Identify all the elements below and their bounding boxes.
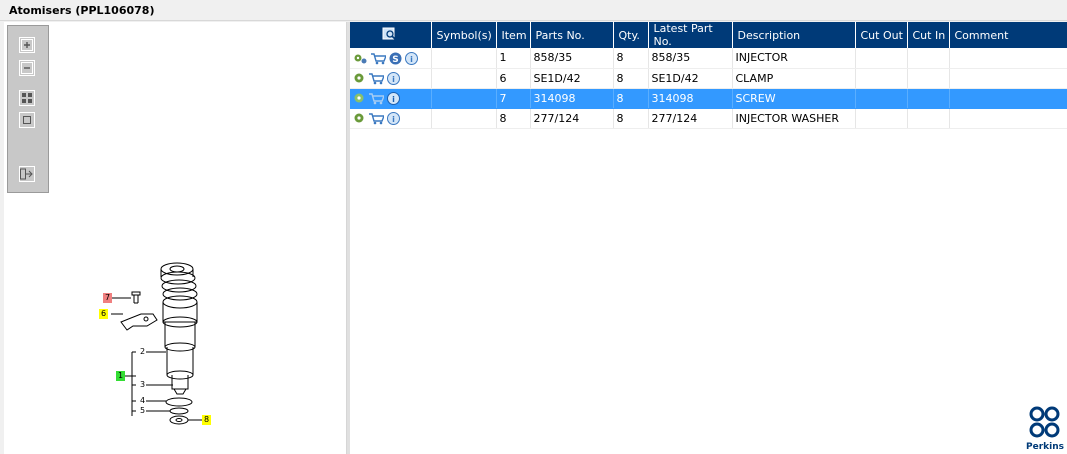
column-parts-no[interactable]: Parts No. [530, 22, 614, 48]
cell-description: SCREW [732, 88, 856, 109]
info-icon[interactable]: i [405, 51, 418, 65]
row-icons: i [350, 88, 432, 109]
cell-qty: 8 [613, 108, 649, 129]
column-search-icon[interactable] [350, 22, 432, 48]
diagram-pane[interactable]: 7 6 1 8 2 3 4 5 [4, 22, 347, 454]
cell-cut-out [855, 108, 908, 129]
column-description[interactable]: Description [732, 22, 856, 48]
s-badge-icon[interactable]: S [389, 52, 402, 65]
sub-label-4: 4 [139, 396, 146, 405]
cell-qty: 8 [613, 68, 649, 89]
cell-symbols [431, 48, 497, 69]
sub-label-2: 2 [139, 347, 146, 356]
gear-icon[interactable] [353, 112, 365, 124]
callout-8[interactable]: 8 [202, 415, 211, 425]
svg-text:i: i [392, 95, 395, 104]
cell-parts-no: 277/124 [530, 108, 614, 129]
row-icons: i [350, 68, 432, 89]
callout-1[interactable]: 1 [116, 371, 125, 381]
cell-description: INJECTOR WASHER [732, 108, 856, 129]
cell-description: INJECTOR [732, 48, 856, 69]
gears-icon[interactable] [353, 52, 367, 64]
cell-cut-out [855, 68, 908, 89]
cell-latest-part-no: 314098 [648, 88, 733, 109]
cell-qty: 8 [613, 48, 649, 69]
table-row[interactable]: i 8 277/124 8 277/124 INJECTOR WASHER [350, 108, 1067, 129]
cell-latest-part-no: 277/124 [648, 108, 733, 129]
info-icon[interactable]: i [387, 71, 400, 85]
cell-parts-no: 858/35 [530, 48, 614, 69]
cell-latest-part-no: SE1D/42 [648, 68, 733, 89]
cart-icon[interactable] [368, 112, 384, 125]
cart-icon[interactable] [368, 92, 384, 105]
parts-list-pane: Symbol(s) Item Parts No. Qty. Latest Par… [350, 22, 1067, 454]
cell-comment [949, 68, 1067, 89]
column-cut-in[interactable]: Cut In [907, 22, 950, 48]
sub-label-3: 3 [139, 380, 146, 389]
column-comment[interactable]: Comment [949, 22, 1067, 48]
cell-item: 7 [496, 88, 531, 109]
gear-icon[interactable] [353, 92, 365, 104]
gear-icon[interactable] [353, 72, 365, 84]
cell-item: 6 [496, 68, 531, 89]
sub-label-5: 5 [139, 406, 146, 415]
brand-name: Perkins [1026, 442, 1064, 452]
parts-table: Symbol(s) Item Parts No. Qty. Latest Par… [350, 22, 1067, 129]
cell-cut-in [907, 68, 950, 89]
cell-symbols [431, 88, 497, 109]
cell-qty: 8 [613, 88, 649, 109]
column-symbols[interactable]: Symbol(s) [431, 22, 497, 48]
callout-6[interactable]: 6 [99, 309, 108, 319]
svg-text:i: i [392, 115, 395, 124]
cell-parts-no: SE1D/42 [530, 68, 614, 89]
cell-description: CLAMP [732, 68, 856, 89]
cell-cut-in [907, 88, 950, 109]
table-row[interactable]: i 6 SE1D/42 8 SE1D/42 CLAMP [350, 68, 1067, 89]
column-item[interactable]: Item [496, 22, 531, 48]
cell-latest-part-no: 858/35 [648, 48, 733, 69]
table-header: Symbol(s) Item Parts No. Qty. Latest Par… [350, 22, 1067, 48]
cell-parts-no: 314098 [530, 88, 614, 109]
cell-cut-in [907, 108, 950, 129]
cell-cut-out [855, 88, 908, 109]
cell-symbols [431, 68, 497, 89]
column-latest-part-no[interactable]: Latest Part No. [648, 22, 733, 48]
cell-comment [949, 108, 1067, 129]
column-cut-out[interactable]: Cut Out [855, 22, 908, 48]
cell-symbols [431, 108, 497, 129]
search-icon[interactable] [382, 27, 398, 41]
info-icon[interactable]: i [387, 111, 400, 125]
cell-cut-in [907, 48, 950, 69]
callout-7[interactable]: 7 [103, 293, 112, 303]
row-icons: i [350, 108, 432, 129]
cell-comment [949, 88, 1067, 109]
table-row[interactable]: Si 1 858/35 8 858/35 INJECTOR [350, 48, 1067, 69]
svg-text:i: i [410, 55, 413, 64]
window-title: Atomisers (PPL106078) [9, 4, 155, 17]
cart-icon[interactable] [370, 52, 386, 65]
info-icon[interactable]: i [387, 91, 400, 105]
window-titlebar: Atomisers (PPL106078) [0, 0, 1067, 21]
row-icons: Si [350, 48, 432, 69]
injector-diagram [111, 262, 202, 425]
cell-item: 8 [496, 108, 531, 129]
column-qty[interactable]: Qty. [613, 22, 649, 48]
cell-cut-out [855, 48, 908, 69]
svg-text:i: i [392, 75, 395, 84]
cart-icon[interactable] [368, 72, 384, 85]
svg-text:S: S [392, 55, 398, 65]
table-row-selected[interactable]: i 7 314098 8 314098 SCREW [350, 88, 1067, 109]
cell-comment [949, 48, 1067, 69]
cell-item: 1 [496, 48, 531, 69]
